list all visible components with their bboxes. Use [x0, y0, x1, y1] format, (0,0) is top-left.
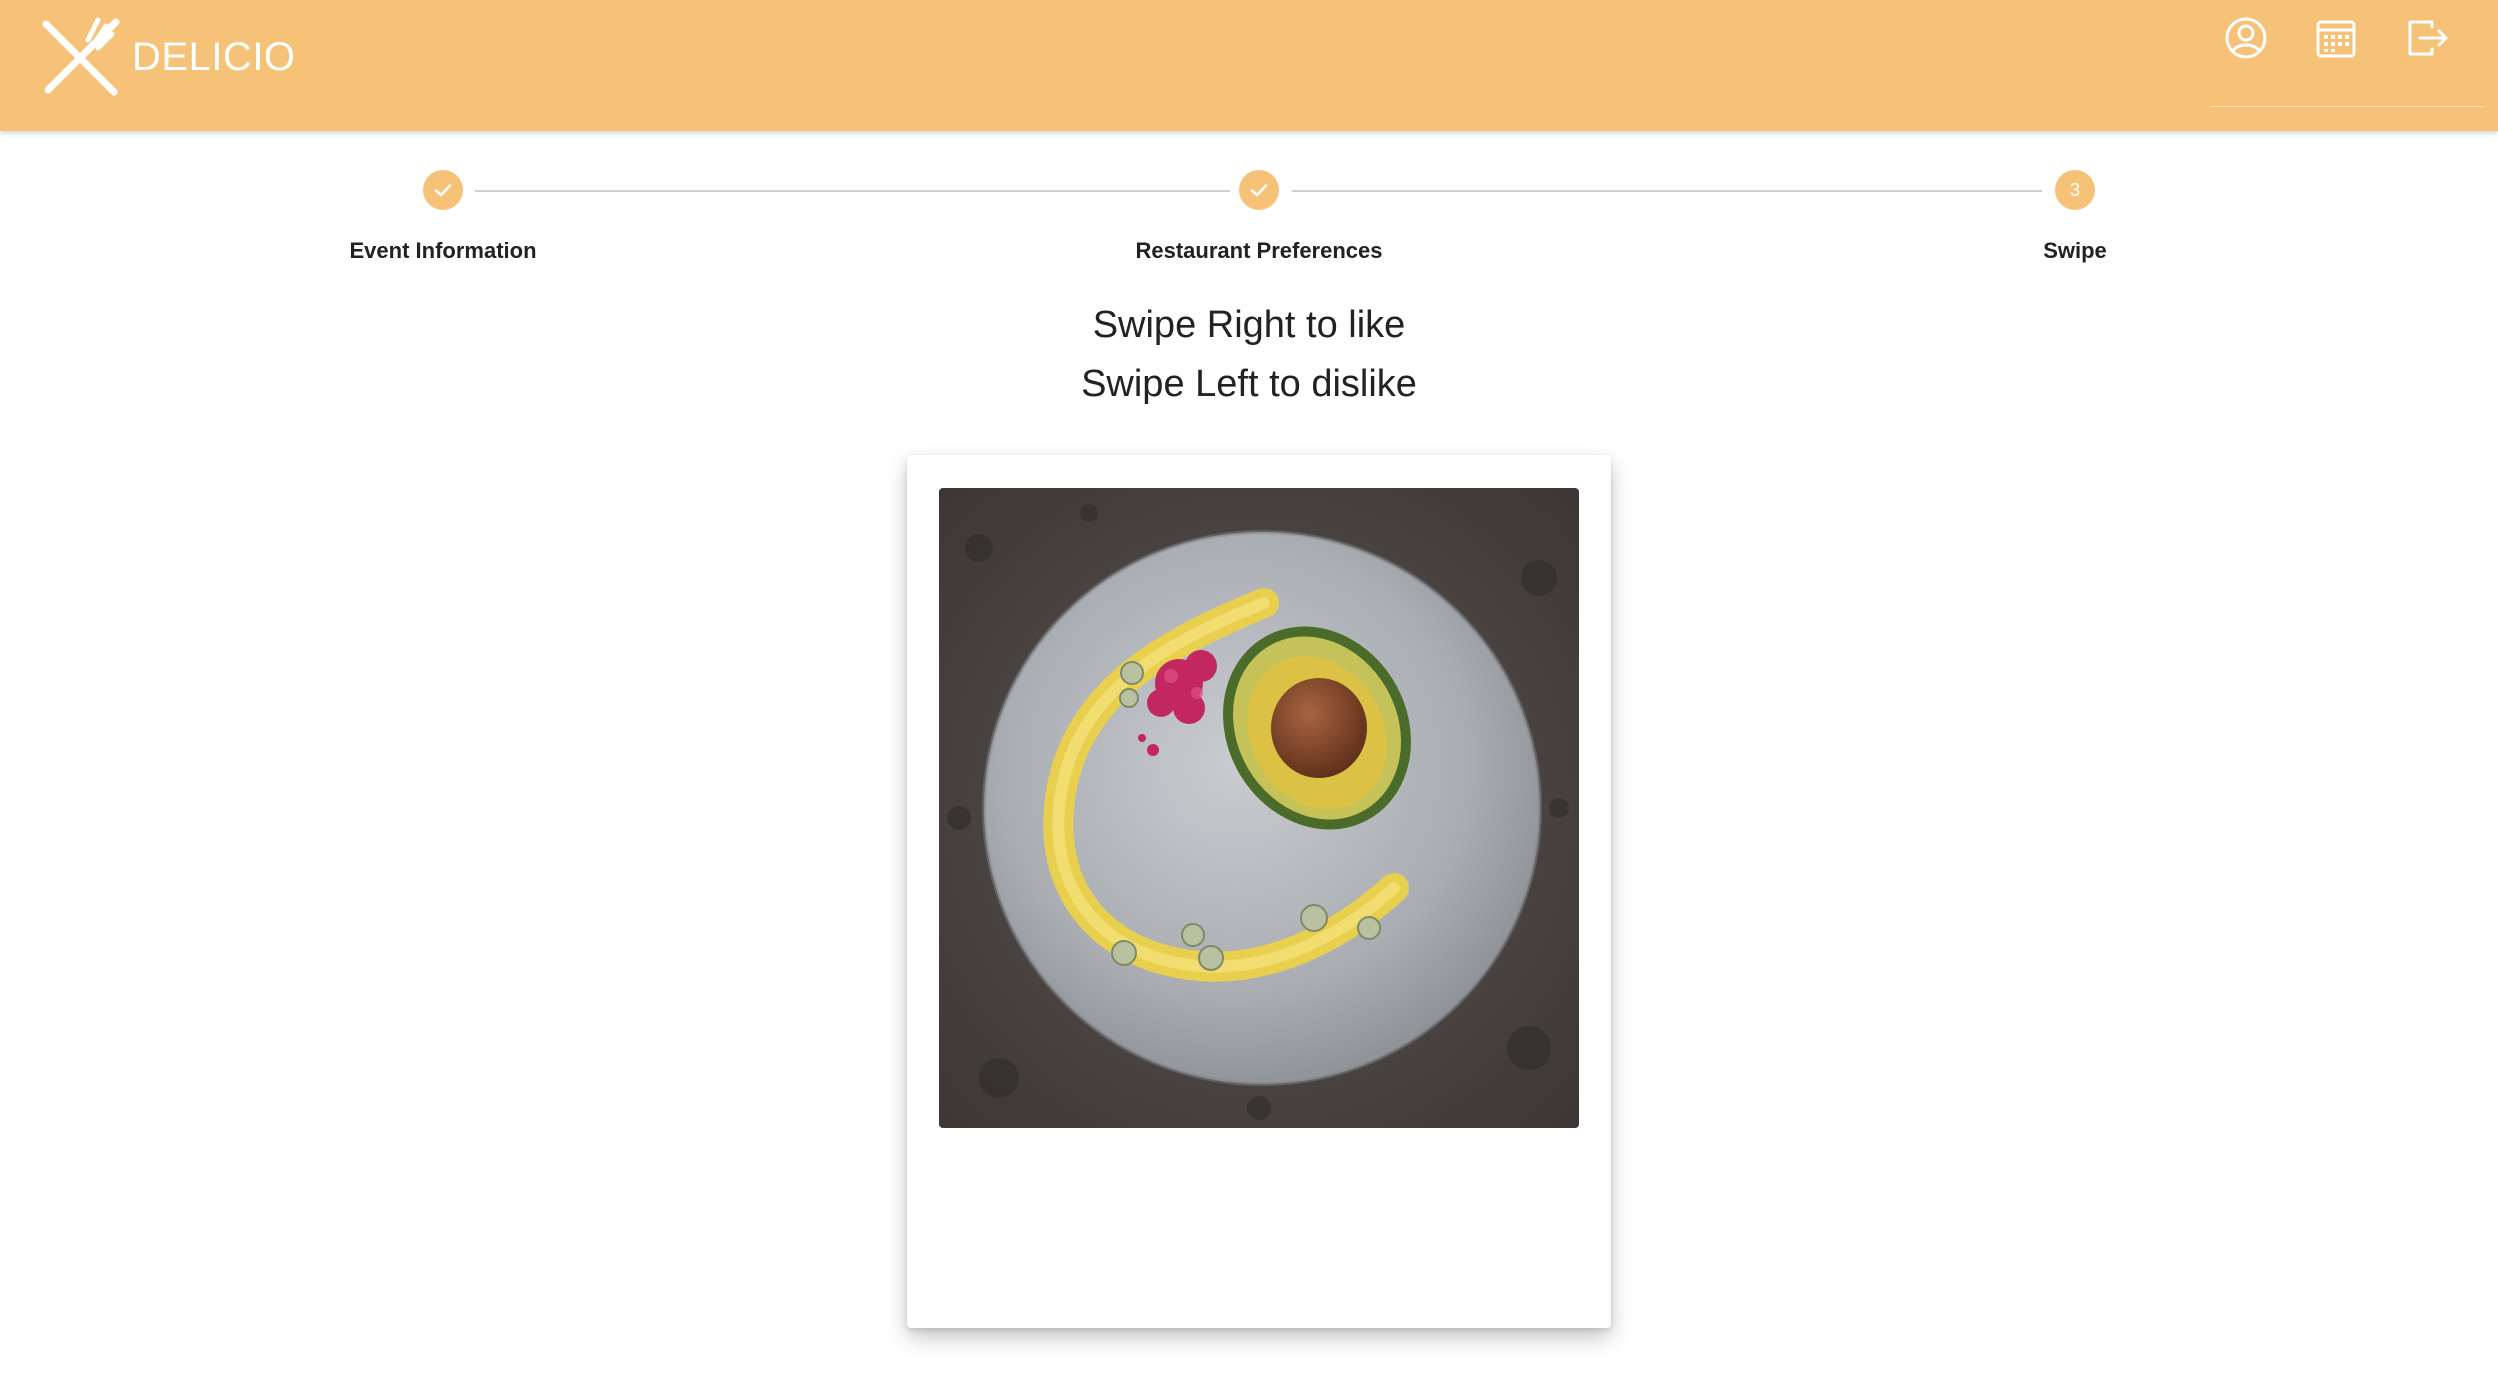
fork-knife-icon: [38, 14, 124, 105]
calendar-button[interactable]: [2306, 10, 2366, 70]
calendar-icon: [2313, 15, 2359, 66]
step-label-event-information: Event Information: [349, 238, 537, 263]
app-header: DELICIO: [0, 0, 2498, 131]
step-connector: [1292, 190, 2042, 192]
logout-icon: [2404, 15, 2450, 66]
progress-stepper: 3 Event Information Restaurant Preferenc…: [0, 160, 2498, 280]
profile-icon: [2223, 15, 2269, 66]
header-actions: [2210, 0, 2484, 107]
logout-button[interactable]: [2397, 10, 2457, 70]
swipe-card[interactable]: [907, 455, 1611, 1328]
step-connector: [475, 190, 1230, 192]
step-2-check-icon[interactable]: [1239, 170, 1279, 210]
profile-button[interactable]: [2216, 10, 2276, 70]
step-1-check-icon[interactable]: [423, 170, 463, 210]
step-3-number[interactable]: 3: [2055, 170, 2095, 210]
instruction-dislike: Swipe Left to dislike: [1081, 363, 1417, 405]
brand-name: DELICIO: [132, 34, 296, 79]
instruction-like: Swipe Right to like: [1092, 304, 1406, 346]
step-label-restaurant-preferences: Restaurant Preferences: [1135, 238, 1383, 263]
food-photo: [939, 488, 1579, 1128]
brand-logo[interactable]: DELICIO: [38, 14, 296, 104]
step-label-swipe: Swipe: [2043, 238, 2107, 263]
